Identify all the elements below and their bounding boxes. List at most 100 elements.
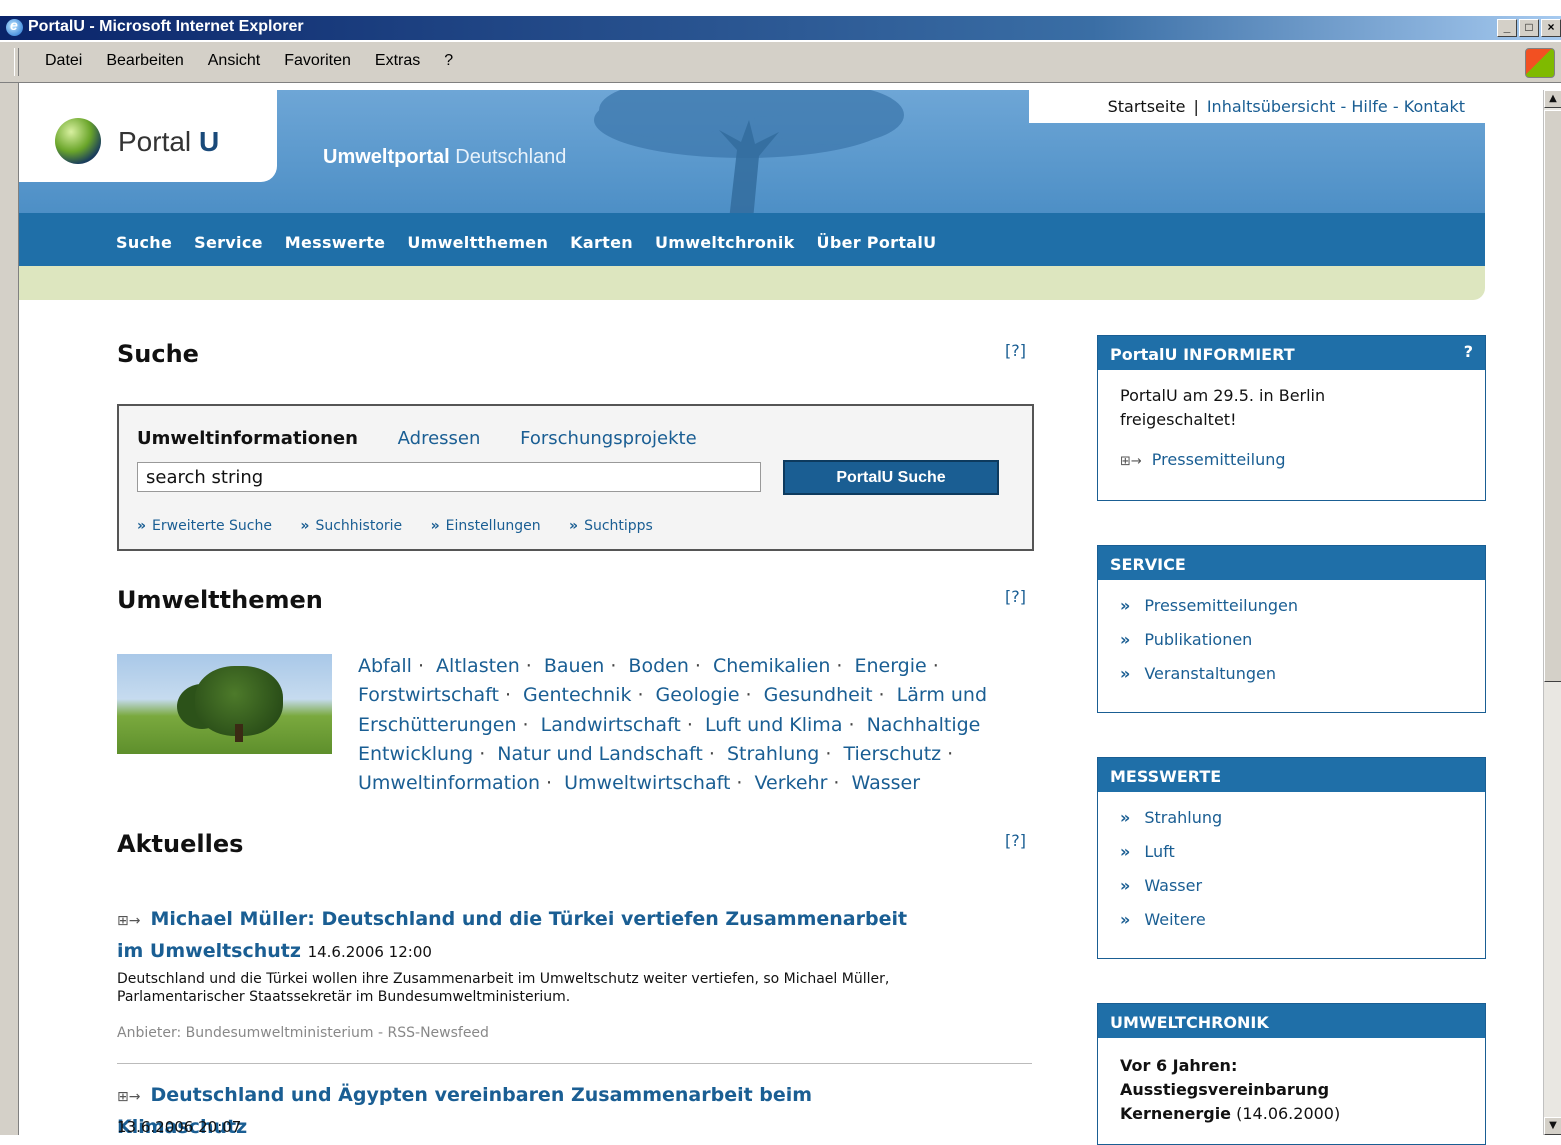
logo-word: Portal bbox=[118, 126, 192, 157]
nav-karten[interactable]: Karten bbox=[570, 233, 633, 252]
link-einstellungen[interactable]: » Einstellungen bbox=[431, 518, 541, 534]
theme-link[interactable]: Landwirtschaft bbox=[541, 714, 681, 736]
toolbar-grip bbox=[14, 48, 19, 76]
menu-extras[interactable]: Extras bbox=[375, 52, 420, 70]
scroll-down-arrow-icon[interactable]: ▼ bbox=[1544, 1117, 1561, 1135]
double-chevron-icon: » bbox=[137, 518, 147, 534]
tab-adressen[interactable]: Adressen bbox=[398, 428, 481, 449]
link-suchtipps[interactable]: » Suchtipps bbox=[569, 518, 653, 534]
link-label: Pressemitteilung bbox=[1151, 450, 1286, 469]
link-kontakt[interactable]: Kontakt bbox=[1404, 97, 1465, 116]
nav-messwerte[interactable]: Messwerte bbox=[285, 233, 386, 252]
link-startseite[interactable]: Startseite bbox=[1108, 97, 1186, 116]
double-chevron-icon: » bbox=[1120, 910, 1131, 929]
link-luft[interactable]: » Luft bbox=[1120, 840, 1463, 864]
main-nav: Suche Service Messwerte Umweltthemen Kar… bbox=[19, 213, 1485, 266]
nav-umweltthemen[interactable]: Umweltthemen bbox=[407, 233, 548, 252]
link-veranstaltungen[interactable]: » Veranstaltungen bbox=[1120, 662, 1463, 686]
chronik-entry[interactable]: Vor 6 Jahren: Ausstiegsvereinbarung Kern… bbox=[1120, 1054, 1380, 1126]
theme-link[interactable]: Bauen bbox=[544, 655, 604, 677]
link-label: Pressemitteilungen bbox=[1144, 596, 1299, 615]
theme-link[interactable]: Boden bbox=[628, 655, 688, 677]
menu-favoriten[interactable]: Favoriten bbox=[284, 52, 351, 70]
menu-help[interactable]: ? bbox=[444, 52, 453, 70]
tagline-rest: Deutschland bbox=[455, 146, 567, 168]
scroll-up-arrow-icon[interactable]: ▲ bbox=[1544, 90, 1561, 108]
maximize-button[interactable]: □ bbox=[1519, 19, 1539, 37]
tab-forschungsprojekte[interactable]: Forschungsprojekte bbox=[520, 428, 697, 449]
windows-logo-icon bbox=[1525, 48, 1555, 78]
news-title-text[interactable]: Michael Müller: Deutschland und die Türk… bbox=[117, 908, 907, 962]
theme-link[interactable]: Forstwirtschaft bbox=[358, 684, 499, 706]
link-weitere[interactable]: » Weitere bbox=[1120, 908, 1463, 932]
theme-separator: · bbox=[686, 713, 693, 736]
themes-help-link[interactable]: [?] bbox=[1005, 587, 1026, 606]
double-chevron-icon: » bbox=[1120, 876, 1131, 895]
theme-link[interactable]: Natur und Landschaft bbox=[497, 743, 703, 765]
link-publikationen[interactable]: » Publikationen bbox=[1120, 628, 1463, 652]
link-suchhistorie[interactable]: » Suchhistorie bbox=[300, 518, 402, 534]
double-chevron-icon: » bbox=[1120, 596, 1131, 615]
theme-separator: · bbox=[833, 772, 840, 795]
window-frame bbox=[0, 83, 19, 1135]
news-item-title[interactable]: ⊞→ Michael Müller: Deutschland und die Tü… bbox=[117, 904, 937, 967]
vertical-scrollbar[interactable]: ▲ ▼ bbox=[1543, 90, 1561, 1135]
link-hilfe[interactable]: Hilfe bbox=[1351, 97, 1387, 116]
service-box: SERVICE » Pressemitteilungen » Publikation… bbox=[1097, 545, 1486, 713]
theme-link[interactable]: Wasser bbox=[852, 772, 921, 794]
theme-link[interactable]: Umweltinformation bbox=[358, 772, 540, 794]
theme-separator: · bbox=[637, 684, 644, 707]
theme-link[interactable]: Umweltwirtschaft bbox=[564, 772, 730, 794]
info-box: PortalU INFORMIERT? PortalU am 29.5. in … bbox=[1097, 335, 1486, 501]
nav-suche[interactable]: Suche bbox=[116, 233, 172, 252]
theme-separator: · bbox=[736, 772, 743, 795]
external-link-icon: ⊞→ bbox=[1120, 454, 1142, 469]
chronik-date: (14.06.2000) bbox=[1236, 1104, 1341, 1123]
search-input[interactable] bbox=[137, 462, 761, 492]
theme-link[interactable]: Luft und Klima bbox=[705, 714, 843, 736]
link-label: Strahlung bbox=[1144, 808, 1223, 827]
link-erweiterte-suche[interactable]: » Erweiterte Suche bbox=[137, 518, 272, 534]
close-button[interactable]: × bbox=[1541, 19, 1561, 37]
menu-bearbeiten[interactable]: Bearbeiten bbox=[106, 52, 183, 70]
themes-heading: Umweltthemen bbox=[117, 586, 323, 614]
link-label: Erweiterte Suche bbox=[152, 518, 272, 534]
theme-link[interactable]: Energie bbox=[854, 655, 926, 677]
link-pressemitteilungen[interactable]: » Pressemitteilungen bbox=[1120, 594, 1463, 618]
theme-link[interactable]: Gesundheit bbox=[764, 684, 873, 706]
theme-link[interactable]: Tierschutz bbox=[843, 743, 941, 765]
site-header: Portal U Umweltportal Deutschland Starts… bbox=[19, 90, 1485, 213]
page-content: Portal U Umweltportal Deutschland Starts… bbox=[19, 90, 1543, 1145]
link-wasser[interactable]: » Wasser bbox=[1120, 874, 1463, 898]
logo[interactable]: Portal U bbox=[19, 90, 277, 182]
theme-separator: · bbox=[848, 713, 855, 736]
menu-datei[interactable]: Datei bbox=[45, 52, 82, 70]
theme-link[interactable]: Chemikalien bbox=[713, 655, 830, 677]
theme-separator: · bbox=[504, 684, 511, 707]
menu-ansicht[interactable]: Ansicht bbox=[208, 52, 260, 70]
theme-separator: · bbox=[522, 713, 529, 736]
theme-link[interactable]: Geologie bbox=[656, 684, 740, 706]
nav-umweltchronik[interactable]: Umweltchronik bbox=[655, 233, 795, 252]
news-help-link[interactable]: [?] bbox=[1005, 831, 1026, 850]
search-button[interactable]: PortalU Suche bbox=[783, 460, 999, 495]
link-pressemitteilung[interactable]: ⊞→ Pressemitteilung bbox=[1120, 448, 1463, 474]
scroll-thumb[interactable] bbox=[1544, 110, 1561, 682]
search-help-link[interactable]: [?] bbox=[1005, 341, 1026, 360]
tab-umweltinformationen[interactable]: Umweltinformationen bbox=[137, 428, 358, 449]
theme-link[interactable]: Gentechnik bbox=[523, 684, 631, 706]
nav-ueber-portalu[interactable]: Über PortalU bbox=[817, 233, 937, 252]
link-inhaltsuebersicht[interactable]: Inhaltsübersicht bbox=[1207, 97, 1336, 116]
theme-separator: · bbox=[878, 684, 885, 707]
theme-link[interactable]: Altlasten bbox=[436, 655, 520, 677]
nav-service[interactable]: Service bbox=[194, 233, 263, 252]
theme-link[interactable]: Verkehr bbox=[755, 772, 828, 794]
ie-icon: e bbox=[6, 17, 23, 36]
theme-separator: · bbox=[947, 742, 954, 765]
news-source: Anbieter: Bundesumweltministerium - RSS-… bbox=[117, 1025, 489, 1041]
theme-link[interactable]: Strahlung bbox=[727, 743, 819, 765]
info-help-icon[interactable]: ? bbox=[1464, 342, 1473, 361]
theme-link[interactable]: Abfall bbox=[358, 655, 412, 677]
link-strahlung[interactable]: » Strahlung bbox=[1120, 806, 1463, 830]
minimize-button[interactable]: _ bbox=[1497, 19, 1517, 37]
